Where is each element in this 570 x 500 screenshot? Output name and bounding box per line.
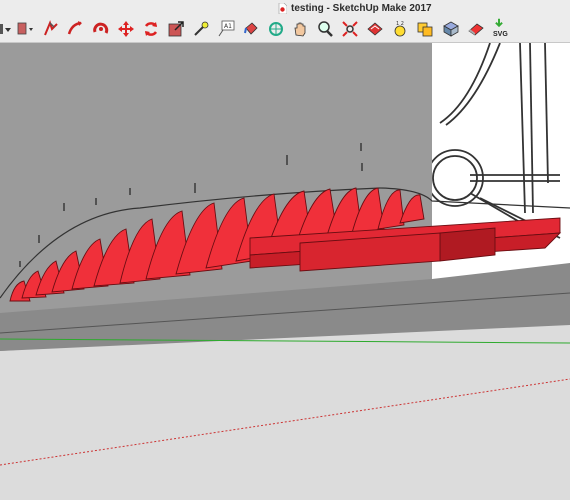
chevron-down-icon[interactable]: [0, 18, 12, 40]
eraser-icon[interactable]: [465, 18, 487, 40]
svg-text:1 2: 1 2: [396, 21, 404, 27]
orbit-icon[interactable]: [90, 18, 112, 40]
export-svg-button[interactable]: SVG: [490, 18, 512, 40]
download-arrow-icon: [495, 18, 503, 28]
window-title: testing - SketchUp Make 2017: [291, 2, 432, 14]
toolbar: A1 1 2 SVG: [0, 16, 570, 43]
section-plane-icon[interactable]: [364, 18, 386, 40]
follow-me-icon[interactable]: [40, 18, 62, 40]
rotate-icon[interactable]: [140, 18, 162, 40]
document-icon: [278, 2, 287, 14]
zoom-extents-icon[interactable]: [339, 18, 361, 40]
zoom-icon[interactable]: [314, 18, 336, 40]
svg-text:A1: A1: [224, 23, 232, 30]
layer-dropdown-icon[interactable]: [14, 18, 36, 40]
warehouse-icon[interactable]: [414, 18, 436, 40]
follow-me-path-icon[interactable]: [64, 18, 86, 40]
protractor-icon[interactable]: 1 2: [389, 18, 411, 40]
model-viewport[interactable]: [0, 43, 570, 500]
position-camera-icon[interactable]: [265, 18, 287, 40]
move-icon[interactable]: [115, 18, 137, 40]
title-wrap: testing - SketchUp Make 2017: [278, 2, 432, 14]
paint-bucket-icon[interactable]: [240, 18, 262, 40]
pan-icon[interactable]: [289, 18, 311, 40]
scene-canvas: [0, 43, 570, 500]
text-icon[interactable]: A1: [215, 18, 237, 40]
scale-icon[interactable]: [165, 18, 187, 40]
ground-plane: [0, 321, 570, 500]
svg-label: SVG: [493, 31, 508, 38]
title-bar: testing - SketchUp Make 2017: [0, 0, 570, 16]
tape-measure-icon[interactable]: [190, 18, 212, 40]
components-icon[interactable]: [440, 18, 462, 40]
